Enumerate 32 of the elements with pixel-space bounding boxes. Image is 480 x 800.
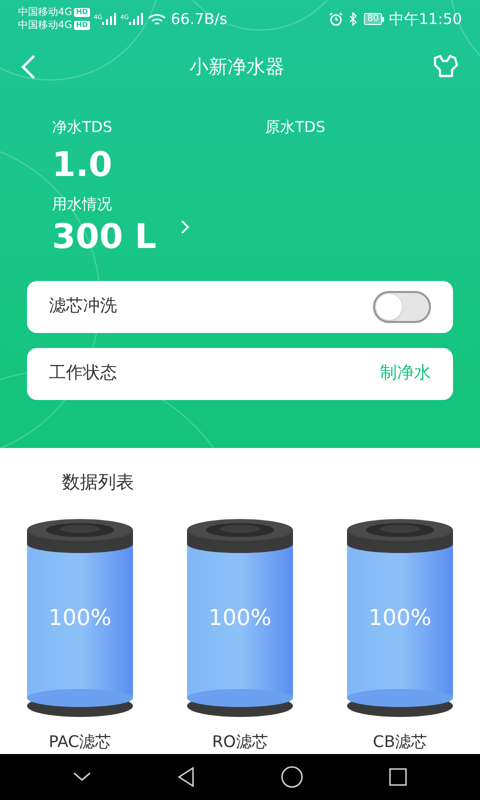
usage-value: 300 L bbox=[52, 216, 156, 259]
battery-level: 80 bbox=[364, 13, 382, 25]
clock-time: 中午11:50 bbox=[388, 8, 462, 30]
work-status-label: 工作状态 bbox=[49, 362, 117, 386]
flush-label: 滤芯冲洗 bbox=[49, 295, 117, 318]
stat-label: 净水TDS bbox=[52, 117, 114, 138]
filter-name: PAC滤芯 bbox=[48, 731, 112, 754]
filter-percentage: 100% bbox=[48, 604, 112, 633]
usage-label: 用水情况 bbox=[52, 194, 113, 214]
home-button[interactable] bbox=[281, 766, 303, 788]
flush-toggle[interactable] bbox=[373, 291, 431, 323]
filter-percentage: 100% bbox=[208, 604, 272, 633]
recents-button[interactable] bbox=[389, 768, 407, 786]
signal-icon bbox=[102, 13, 116, 25]
signal-icon bbox=[128, 13, 143, 25]
stat-label: 原水TDS bbox=[265, 117, 326, 138]
network-speed: 66.7B/s bbox=[170, 8, 228, 30]
carrier-name: 中国移动4G bbox=[18, 6, 72, 19]
page-title: 小新净水器 bbox=[190, 54, 284, 80]
filter-percentage: 100% bbox=[368, 604, 432, 633]
filter-name: CB滤芯 bbox=[372, 731, 428, 754]
carrier-name: 中国移动4G bbox=[18, 19, 72, 32]
bluetooth-icon bbox=[349, 12, 358, 26]
wifi-icon bbox=[148, 12, 166, 26]
work-status-value: 制净水 bbox=[380, 362, 431, 386]
stat-value: 1.0 bbox=[52, 144, 114, 184]
collapse-button[interactable] bbox=[73, 772, 91, 782]
back-nav-button[interactable] bbox=[177, 767, 195, 788]
filter-name: RO滤芯 bbox=[212, 731, 268, 754]
alarm-clock-icon bbox=[329, 12, 344, 26]
section-title: 数据列表 bbox=[62, 471, 135, 496]
battery-tip-icon bbox=[382, 16, 384, 22]
